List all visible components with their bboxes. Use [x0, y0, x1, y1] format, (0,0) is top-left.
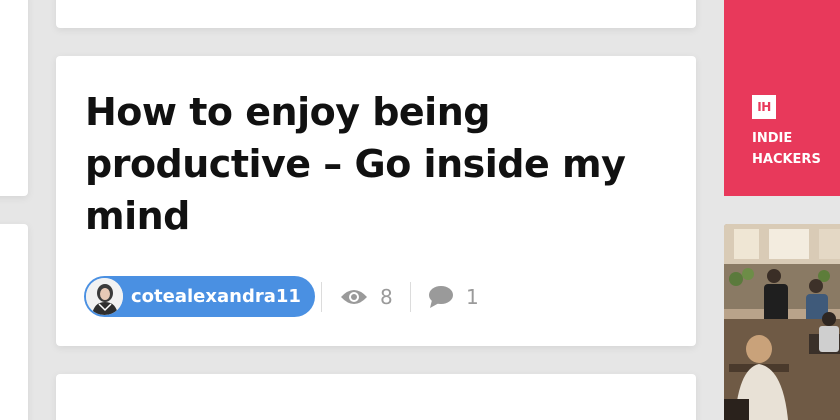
- avatar-image: [86, 278, 123, 315]
- sidebar-photo-ad[interactable]: [724, 224, 840, 420]
- author-link[interactable]: cotealexandra11: [84, 276, 315, 317]
- indie-hackers-label-line2: HACKERS: [752, 152, 821, 167]
- author-name: cotealexandra11: [131, 286, 301, 307]
- indie-hackers-label: INDIE HACKERS: [752, 128, 821, 170]
- indie-hackers-logo: IH: [752, 95, 776, 119]
- post-title[interactable]: How to enjoy being productive – Go insid…: [85, 86, 675, 242]
- post-card[interactable]: How to enjoy being productive – Go insid…: [56, 56, 696, 346]
- comment-icon: [429, 286, 453, 308]
- eye-icon: [341, 290, 367, 304]
- comments-stat[interactable]: 1: [428, 282, 479, 312]
- views-count: 8: [380, 285, 393, 309]
- indie-hackers-ad[interactable]: IH INDIE HACKERS: [724, 0, 840, 196]
- cafe-photo: [724, 224, 840, 420]
- adjacent-card-left-bottom: [0, 224, 28, 420]
- post-card-previous[interactable]: [56, 0, 696, 28]
- post-card-next[interactable]: [56, 374, 696, 420]
- comments-count: 1: [466, 285, 479, 309]
- views-stat: 8: [340, 282, 393, 312]
- indie-hackers-label-line1: INDIE: [752, 131, 793, 146]
- stat-divider: [321, 282, 322, 312]
- avatar: [86, 278, 123, 315]
- adjacent-card-left-top: [0, 0, 28, 196]
- stat-divider: [410, 282, 411, 312]
